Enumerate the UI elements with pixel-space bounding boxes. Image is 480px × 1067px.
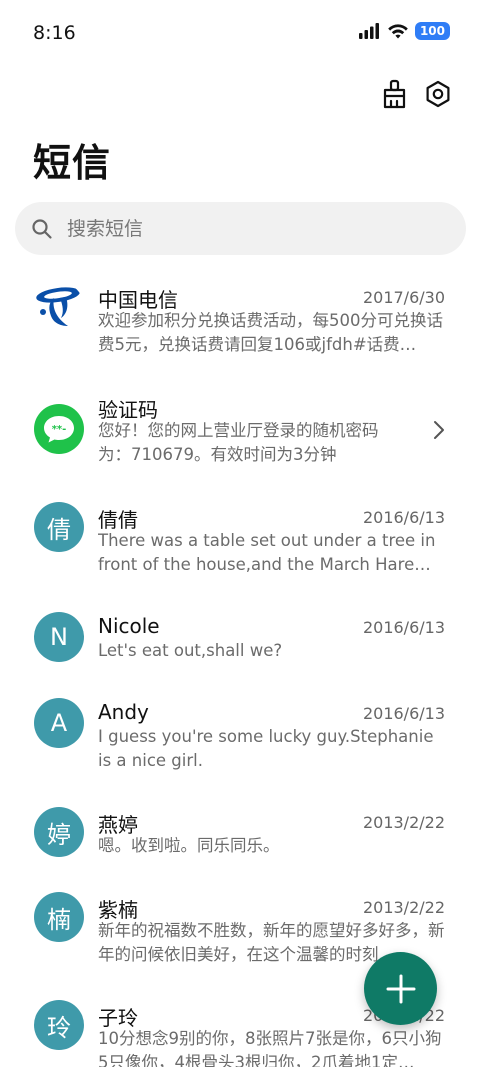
conversation-name: Andy — [98, 700, 149, 724]
messages-screen: 8:16 100 短信 搜索短信 中国电信 2017/6/30 欢迎参加积分兑换… — [0, 0, 480, 1067]
chevron-right-icon — [434, 421, 444, 439]
conversation-preview: I guess you're some lucky guy.Stephanie … — [98, 727, 434, 770]
conversation-date: 2016/6/13 — [362, 508, 445, 527]
conversation-date: 2013/2/22 — [362, 813, 445, 832]
status-icons: 100 — [358, 22, 450, 40]
conversation-date: 2013/2/22 — [362, 898, 445, 917]
conversation-item[interactable]: 婷 燕婷 2013/2/22 嗯。收到啦。同乐同乐。 — [0, 801, 480, 881]
conversation-item[interactable]: A Andy 2016/6/13 I guess you're some luc… — [0, 692, 480, 792]
status-time: 8:16 — [33, 22, 76, 44]
search-icon — [32, 218, 52, 239]
conversation-preview: There was a table set out under a tree i… — [98, 531, 436, 574]
conversation-item[interactable]: N Nicole 2016/6/13 Let's eat out,shall w… — [0, 606, 480, 686]
conversation-preview: 10分想念9别的你，8张照片7张是你，6只小狗5只像你，4根骨头3根归你，2爪着… — [98, 1029, 442, 1067]
svg-text:**-: **- — [52, 424, 67, 435]
conversation-preview: 欢迎参加积分兑换话费活动，每500分可兑换话费5元，兑换话费请回复106或jfd… — [98, 311, 443, 354]
avatar: 楠 — [34, 892, 84, 942]
gear-icon — [426, 80, 450, 108]
conversation-name: Nicole — [98, 614, 160, 638]
avatar: A — [34, 698, 84, 748]
conversation-item[interactable]: 倩 倩倩 2016/6/13 There was a table set out… — [0, 496, 480, 596]
conversation-preview: 您好！您的网上营业厅登录的随机密码为：710679。有效时间为3分钟 — [98, 421, 379, 464]
battery-indicator: 100 — [414, 22, 450, 40]
conversation-date: 2016/6/13 — [362, 704, 445, 723]
status-bar: 8:16 100 — [0, 0, 480, 68]
search-bar[interactable] — [15, 202, 466, 255]
conversation-date: 2016/6/13 — [362, 618, 445, 637]
avatar: 玲 — [34, 1000, 84, 1050]
signal-icon — [358, 23, 379, 39]
search-input[interactable] — [65, 216, 429, 241]
avatar: N — [34, 612, 84, 662]
conversation-preview: 嗯。收到啦。同乐同乐。 — [98, 836, 280, 855]
china-telecom-logo-icon — [34, 282, 84, 332]
avatar: 婷 — [34, 807, 84, 857]
wifi-icon — [388, 23, 408, 38]
broom-icon — [383, 79, 406, 109]
conversation-item[interactable]: **- 验证码 您好！您的网上营业厅登录的随机密码为：710679。有效时间为3… — [0, 386, 480, 486]
page-title: 短信 — [33, 141, 112, 185]
plus-icon — [386, 974, 415, 1003]
conversation-item[interactable]: 中国电信 2017/6/30 欢迎参加积分兑换话费活动，每500分可兑换话费5元… — [0, 276, 480, 376]
message-bubble-icon: **- — [34, 404, 84, 454]
conversation-date: 2017/6/30 — [362, 288, 445, 307]
avatar: 倩 — [34, 502, 84, 552]
conversation-preview: Let's eat out,shall we? — [98, 641, 283, 660]
clean-button[interactable] — [376, 76, 412, 112]
new-message-button[interactable] — [364, 952, 437, 1025]
settings-button[interactable] — [420, 76, 456, 112]
